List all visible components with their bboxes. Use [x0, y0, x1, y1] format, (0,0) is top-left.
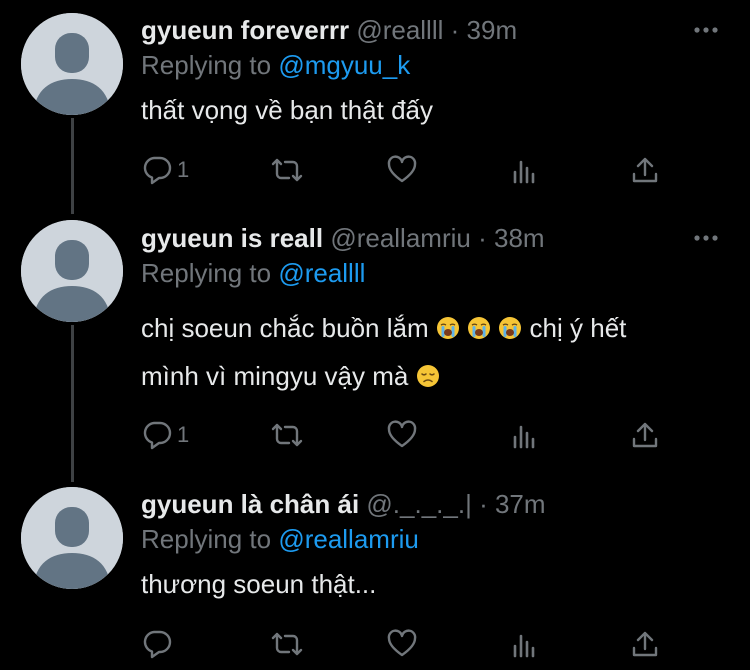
analytics-icon — [513, 425, 535, 449]
user-handle[interactable]: @reallll — [356, 15, 443, 45]
replying-to-label: Replying to — [141, 524, 279, 554]
avatar[interactable] — [21, 220, 123, 322]
share-button[interactable] — [629, 624, 661, 664]
separator: · — [450, 15, 460, 45]
replying-to-label: Replying to — [141, 258, 279, 288]
display-name[interactable]: gyueun là chân ái — [141, 489, 359, 519]
reply-button[interactable] — [141, 624, 177, 664]
tweet-header: gyueun là chân ái @._._._.| · 37m — [141, 488, 680, 520]
disappointed-face-emoji — [416, 355, 440, 387]
replying-to: Replying to @reallll — [141, 257, 365, 289]
default-avatar-icon — [21, 487, 123, 589]
default-avatar-icon — [21, 220, 123, 322]
thread-connector — [71, 118, 74, 214]
analytics-button[interactable] — [509, 624, 541, 664]
crying-face-emoji — [498, 307, 522, 339]
reply-icon — [143, 630, 172, 659]
analytics-button[interactable] — [509, 150, 541, 190]
retweet-icon — [271, 423, 303, 447]
reply-icon — [143, 421, 172, 450]
tweet-header: gyueun is reall @reallamriu · 38m — [141, 222, 680, 254]
replying-to: Replying to @mgyuu_k — [141, 49, 410, 81]
like-icon — [387, 629, 417, 657]
crying-face-emoji — [467, 307, 491, 339]
retweet-icon — [271, 158, 303, 182]
tweet-text-line: chị soeun chắc buồn lắm chị ý hết — [141, 304, 730, 352]
analytics-button[interactable] — [509, 415, 541, 455]
tweet-text: thất vọng về bạn thật đấy — [141, 95, 433, 125]
reply-icon — [143, 156, 172, 185]
avatar[interactable] — [21, 487, 123, 589]
mention-link[interactable]: @mgyuu_k — [278, 50, 410, 80]
retweet-button[interactable] — [269, 150, 305, 190]
share-icon — [632, 157, 658, 183]
default-avatar-icon — [21, 13, 123, 115]
user-handle[interactable]: @reallamriu — [330, 223, 471, 253]
timestamp[interactable]: 37m — [495, 489, 546, 519]
tweet-actions: 1 — [141, 415, 701, 455]
tweet-text-line: mình vì mingyu vậy mà — [141, 352, 730, 400]
tweet-text: chị soeun chắc buồn lắm chị ý hết mình v… — [141, 304, 730, 400]
user-handle[interactable]: @._._._.| — [366, 489, 471, 519]
like-button[interactable] — [386, 150, 418, 190]
tweet-text: thương soeun thật... — [141, 569, 377, 599]
like-icon — [387, 420, 417, 448]
replying-to: Replying to @reallamriu — [141, 523, 419, 555]
retweet-button[interactable] — [269, 415, 305, 455]
share-button[interactable] — [629, 415, 661, 455]
timestamp[interactable]: 39m — [467, 15, 518, 45]
more-icon[interactable] — [690, 14, 722, 46]
retweet-icon — [271, 632, 303, 656]
timestamp[interactable]: 38m — [494, 223, 545, 253]
mention-link[interactable]: @reallamriu — [278, 524, 419, 554]
text-segment: chị ý hết — [522, 313, 627, 343]
reply-count: 1 — [177, 422, 190, 447]
like-button[interactable] — [386, 415, 418, 455]
tweet-actions: 1 — [141, 150, 701, 190]
share-icon — [632, 631, 658, 657]
analytics-icon — [513, 634, 535, 658]
reply-button[interactable]: 1 — [141, 415, 189, 455]
separator: · — [479, 489, 488, 519]
avatar[interactable] — [21, 13, 123, 115]
tweet-actions — [141, 624, 701, 664]
retweet-button[interactable] — [269, 624, 305, 664]
share-button[interactable] — [629, 150, 661, 190]
reply-button[interactable]: 1 — [141, 150, 189, 190]
like-button[interactable] — [386, 624, 418, 664]
analytics-icon — [513, 160, 535, 184]
reply-count: 1 — [177, 157, 190, 182]
text-segment: chị soeun chắc buồn lắm — [141, 313, 436, 343]
separator: · — [478, 223, 487, 253]
display-name[interactable]: gyueun is reall — [141, 223, 323, 253]
mention-link[interactable]: @reallll — [278, 258, 365, 288]
tweet-header: gyueun foreverrr @reallll · 39m — [141, 14, 680, 46]
replying-to-label: Replying to — [141, 50, 279, 80]
share-icon — [632, 422, 658, 448]
more-icon[interactable] — [690, 222, 722, 254]
crying-face-emoji — [436, 307, 460, 339]
display-name[interactable]: gyueun foreverrr — [141, 15, 349, 45]
like-icon — [387, 155, 417, 183]
text-segment: mình vì mingyu vậy mà — [141, 361, 416, 391]
thread-connector — [71, 325, 74, 482]
